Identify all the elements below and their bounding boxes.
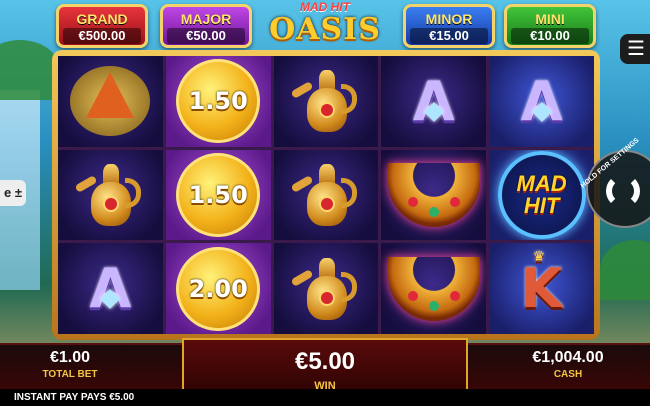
cash-balance: €1,004.00 CASH: [508, 349, 628, 380]
jackpot-mini-name: MINI: [535, 11, 565, 27]
reel-cell: 1.50: [165, 56, 271, 147]
jackpot-mini-value: €10.00: [511, 28, 589, 44]
jackpot-grand-value: €500.00: [63, 28, 141, 44]
win-value: €5.00: [294, 348, 356, 375]
jackpot-grand-name: GRAND: [76, 11, 128, 27]
reel-cell: [381, 149, 487, 241]
reel-cell: [273, 149, 379, 241]
jackpot-minor-name: MINOR: [425, 11, 473, 27]
reel-cell: 2.00: [165, 243, 271, 334]
total-bet-value: €1.00: [49, 349, 91, 366]
cash-label: CASH: [553, 369, 583, 380]
letter-a-symbol: A: [413, 70, 455, 133]
side-bet-tab[interactable]: e ±: [0, 180, 26, 206]
reel-cell: [58, 149, 163, 241]
menu-button[interactable]: ☰: [620, 34, 650, 64]
palm-decoration-right: [600, 240, 650, 300]
reel-cell: A: [58, 243, 163, 334]
letter-a-symbol: A: [521, 70, 563, 133]
reel-cell: MAD HIT: [489, 149, 594, 241]
coin-symbol: 1.50: [176, 59, 261, 144]
jackpot-major: MAJOR €50.00: [160, 4, 252, 48]
jackpot-minor: MINOR €15.00: [403, 4, 495, 48]
game-background: GRAND €500.00 MAJOR €50.00 MAD HIT OASIS…: [0, 0, 650, 406]
reel-cell: A: [381, 56, 487, 147]
game-logo: MAD HIT OASIS: [262, 0, 388, 50]
reel-cell: [381, 243, 487, 334]
reel-cell: [273, 243, 379, 334]
golden-lamp-icon: [73, 156, 147, 234]
letter-a-symbol: A: [90, 257, 132, 320]
reel-cell: ♛ K: [489, 243, 594, 334]
coin-symbol: 1.50: [176, 152, 261, 237]
jackpot-grand: GRAND €500.00: [56, 4, 148, 48]
total-bet[interactable]: €1.00 TOTAL BET: [30, 349, 110, 380]
madhit-line1: MAD: [516, 170, 567, 196]
cash-value: €1,004.00: [532, 349, 604, 366]
spin-arrows-icon: [606, 174, 640, 208]
crown-icon: ♛: [532, 249, 546, 266]
reel-cell: [58, 56, 163, 147]
jackpot-minor-value: €15.00: [410, 28, 488, 44]
golden-lamp-icon: [289, 250, 363, 328]
reel-grid: 1.50 A A 1.50 MAD HIT: [58, 56, 594, 334]
jackpot-major-value: €50.00: [167, 28, 245, 44]
coin-symbol: 2.00: [176, 246, 261, 331]
mad-hit-symbol: MAD HIT: [497, 150, 586, 239]
golden-lamp-icon: [289, 62, 363, 140]
hamburger-menu-icon: ☰: [627, 38, 645, 60]
necklace-icon: [387, 162, 480, 227]
jackpot-major-name: MAJOR: [180, 11, 232, 27]
necklace-icon: [387, 256, 480, 321]
spice-pile-icon: [70, 66, 151, 137]
reel-cell: 1.50: [165, 149, 271, 241]
golden-lamp-icon: [289, 156, 363, 234]
jackpot-mini: MINI €10.00: [504, 4, 596, 48]
letter-k-symbol: ♛ K: [520, 249, 563, 321]
total-bet-label: TOTAL BET: [42, 369, 98, 380]
reel-cell: A: [489, 56, 594, 147]
reel-cell: [273, 56, 379, 147]
instant-pay-message: INSTANT PAY PAYS €5.00: [0, 389, 650, 406]
palm-decoration-left: [0, 40, 60, 100]
logo-line2: OASIS: [269, 12, 381, 47]
madhit-line2: HIT: [523, 192, 560, 218]
